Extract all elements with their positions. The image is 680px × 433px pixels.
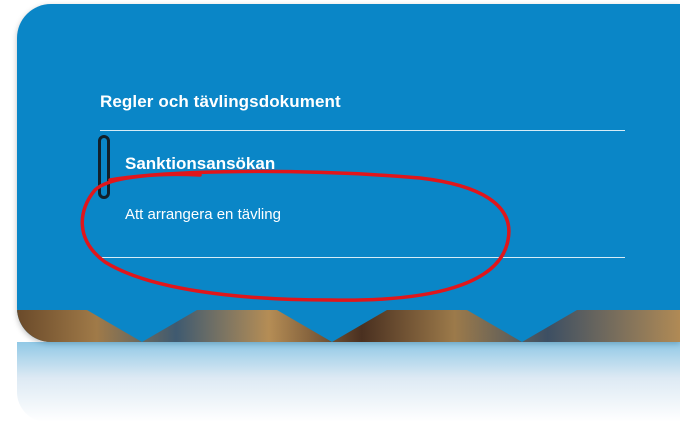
link-sanktionsansokan[interactable]: Sanktionsansökan (125, 154, 275, 171)
section-heading: Regler och tävlingsdokument (100, 92, 341, 111)
panel-reflection (17, 342, 680, 422)
link-att-arrangera[interactable]: Att arrangera en tävling (125, 206, 281, 223)
photo-strip (17, 310, 680, 342)
divider-bottom (100, 257, 625, 258)
blue-panel (17, 4, 680, 342)
screenshot-stage: Regler och tävlingsdokument Sanktionsans… (0, 0, 680, 433)
focus-ring-icon (98, 135, 110, 199)
divider-top (100, 130, 625, 131)
